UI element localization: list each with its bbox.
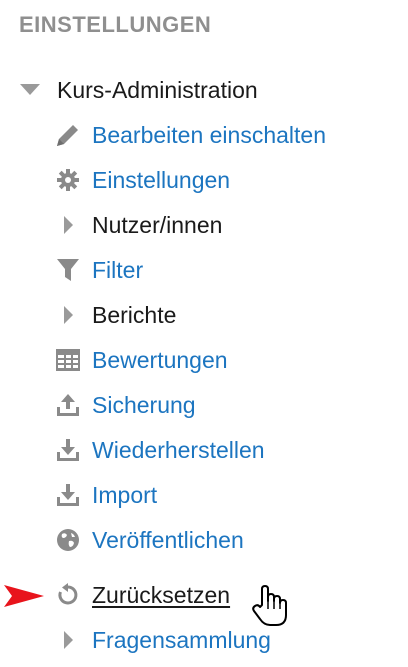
- hand-cursor-icon: [252, 585, 288, 632]
- caret-right-icon: [54, 626, 82, 654]
- upload-icon: [54, 391, 82, 419]
- red-arrow-icon: [4, 585, 48, 612]
- globe-icon: [54, 526, 82, 554]
- menu-item-wiederherstellen[interactable]: Wiederherstellen: [54, 430, 265, 470]
- menu-item-sicherung[interactable]: Sicherung: [54, 385, 196, 425]
- section-title: EINSTELLUNGEN: [19, 12, 212, 37]
- menu-item-label[interactable]: Filter: [92, 257, 143, 284]
- gear-icon: [54, 166, 82, 194]
- menu-item-bearbeiten-einschalten[interactable]: Bearbeiten einschalten: [54, 115, 326, 155]
- menu-item-label: Berichte: [92, 301, 177, 328]
- menu-item-label[interactable]: Veröffentlichen: [92, 527, 244, 554]
- pencil-icon: [54, 121, 82, 149]
- menu-item-berichte[interactable]: Berichte: [54, 295, 176, 335]
- menu-item-label[interactable]: Einstellungen: [92, 167, 230, 194]
- menu-item-label[interactable]: Bewertungen: [92, 347, 228, 374]
- table-icon: [54, 346, 82, 374]
- download-icon: [54, 436, 82, 464]
- menu-item-filter[interactable]: Filter: [54, 250, 143, 290]
- menu-item-nutzer-innen[interactable]: Nutzer/innen: [54, 205, 222, 245]
- menu-item-fragensammlung[interactable]: Fragensammlung: [54, 620, 271, 660]
- menu-item-bewertungen[interactable]: Bewertungen: [54, 340, 228, 380]
- menu-item-label[interactable]: Sicherung: [92, 392, 196, 419]
- caret-right-icon: [54, 211, 82, 239]
- menu-item-zuruecksetzen[interactable]: Zurücksetzen: [54, 575, 230, 615]
- download-icon: [54, 481, 82, 509]
- menu-item-label: Nutzer/innen: [92, 211, 223, 238]
- menu-item-einstellungen[interactable]: Einstellungen: [54, 160, 230, 200]
- caret-down-icon: [19, 76, 41, 104]
- menu-item-import[interactable]: Import: [54, 475, 157, 515]
- caret-right-icon: [54, 301, 82, 329]
- menu-item-label[interactable]: Wiederherstellen: [92, 437, 265, 464]
- tree-root-kurs-administration[interactable]: Kurs-Administration: [19, 70, 258, 110]
- menu-item-label[interactable]: Import: [92, 482, 157, 509]
- menu-item-label[interactable]: Bearbeiten einschalten: [92, 122, 326, 149]
- tree-root-label: Kurs-Administration: [57, 76, 258, 103]
- menu-item-veroeffentlichen[interactable]: Veröffentlichen: [54, 520, 244, 560]
- menu-item-label[interactable]: Zurücksetzen: [92, 582, 230, 609]
- reset-icon: [54, 581, 82, 609]
- menu-item-label[interactable]: Fragensammlung: [92, 627, 271, 654]
- filter-icon: [54, 256, 82, 284]
